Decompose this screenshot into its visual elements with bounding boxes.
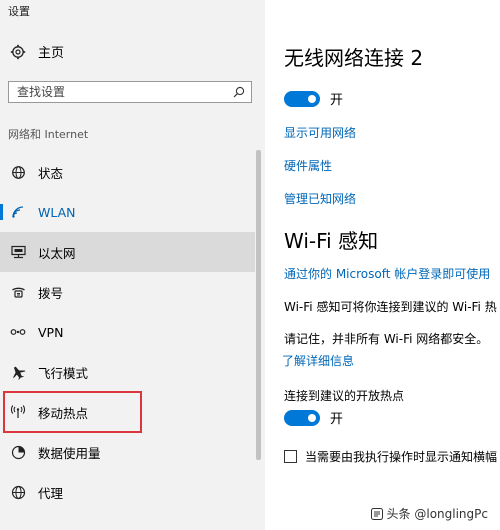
airplane-icon	[8, 365, 28, 380]
sidebar-item-label: 拨号	[38, 285, 64, 301]
dialup-icon	[8, 285, 28, 299]
app-title: 设置	[8, 5, 30, 18]
sidebar-item-label: 代理	[38, 485, 64, 501]
notification-checkbox-row[interactable]: 当需要由我执行操作时显示通知横幅	[284, 448, 497, 465]
sidebar-item-proxy[interactable]: 代理	[0, 472, 255, 512]
search-box[interactable]	[8, 81, 252, 103]
open-hotspot-toggle-label: 开	[330, 412, 344, 427]
data-usage-icon	[8, 445, 28, 460]
sidebar-item-label: 以太网	[38, 245, 76, 261]
microsoft-account-link[interactable]: 通过你的 Microsoft 帐户登录即可使用	[284, 265, 490, 282]
wifi-toggle-row: 开	[284, 89, 343, 108]
learn-more-link[interactable]: 了解详细信息	[282, 352, 354, 369]
sidebar-item-vpn[interactable]: VPN	[0, 312, 255, 352]
sidebar-item-label: WLAN	[38, 204, 76, 220]
vpn-icon	[8, 327, 28, 337]
gear-icon	[8, 44, 28, 60]
search-input[interactable]	[15, 84, 233, 100]
sidebar-item-ethernet[interactable]: 以太网	[0, 232, 255, 272]
wifi-sense-title: Wi-Fi 感知	[284, 229, 379, 253]
sidebar-item-wlan[interactable]: WLAN	[0, 192, 255, 232]
sidebar-item-label: 飞行模式	[38, 365, 89, 381]
page-title: 无线网络连接 2	[284, 46, 424, 70]
open-hotspot-toggle-row: 开	[284, 408, 343, 427]
hardware-properties-link[interactable]: 硬件属性	[284, 157, 332, 174]
highlight-box	[3, 391, 142, 433]
toutiao-logo-icon	[370, 507, 383, 520]
sidebar-item-data-usage[interactable]: 数据使用量	[0, 432, 255, 472]
wifi-toggle-label: 开	[330, 93, 344, 108]
notification-checkbox[interactable]	[284, 450, 297, 463]
watermark: 头条 @longlingPc	[370, 505, 488, 522]
sidebar-item-label: 状态	[38, 165, 64, 181]
wifi-sense-description: Wi-Fi 感知可将你连接到建议的 Wi-Fi 热	[284, 300, 497, 314]
sidebar-item-airplane[interactable]: 飞行模式	[0, 352, 255, 392]
sidebar-scrollbar[interactable]	[256, 150, 261, 460]
ethernet-icon	[8, 245, 28, 259]
manage-known-networks-link[interactable]: 管理已知网络	[284, 190, 356, 207]
watermark-text: 头条 @longlingPc	[386, 507, 488, 521]
globe-icon	[8, 485, 28, 500]
sidebar-nav: 状态 WLAN 以太网 拨号 VPN 飞行模式 移动热点 数据使用量 代理	[0, 152, 255, 512]
search-icon[interactable]	[233, 83, 245, 102]
security-notice: 请记住，并非所有 Wi-Fi 网络都安全。	[284, 332, 489, 346]
sidebar-item-dialup[interactable]: 拨号	[0, 272, 255, 312]
sidebar-item-label: 数据使用量	[38, 445, 101, 461]
group-label: 网络和 Internet	[8, 128, 89, 141]
home-label: 主页	[38, 46, 65, 61]
show-networks-link[interactable]: 显示可用网络	[284, 124, 356, 141]
wifi-toggle[interactable]	[284, 90, 320, 107]
open-hotspot-label: 连接到建议的开放热点	[284, 389, 405, 403]
notification-checkbox-label: 当需要由我执行操作时显示通知横幅	[305, 450, 498, 464]
home-item[interactable]: 主页	[8, 42, 64, 61]
sidebar-item-status[interactable]: 状态	[0, 152, 255, 192]
wifi-icon	[8, 205, 28, 219]
globe-status-icon	[8, 165, 28, 180]
open-hotspot-toggle[interactable]	[284, 409, 320, 426]
sidebar-item-label: VPN	[38, 324, 64, 340]
sidebar: 设置 主页 网络和 Internet 状态 WLAN	[0, 0, 265, 530]
